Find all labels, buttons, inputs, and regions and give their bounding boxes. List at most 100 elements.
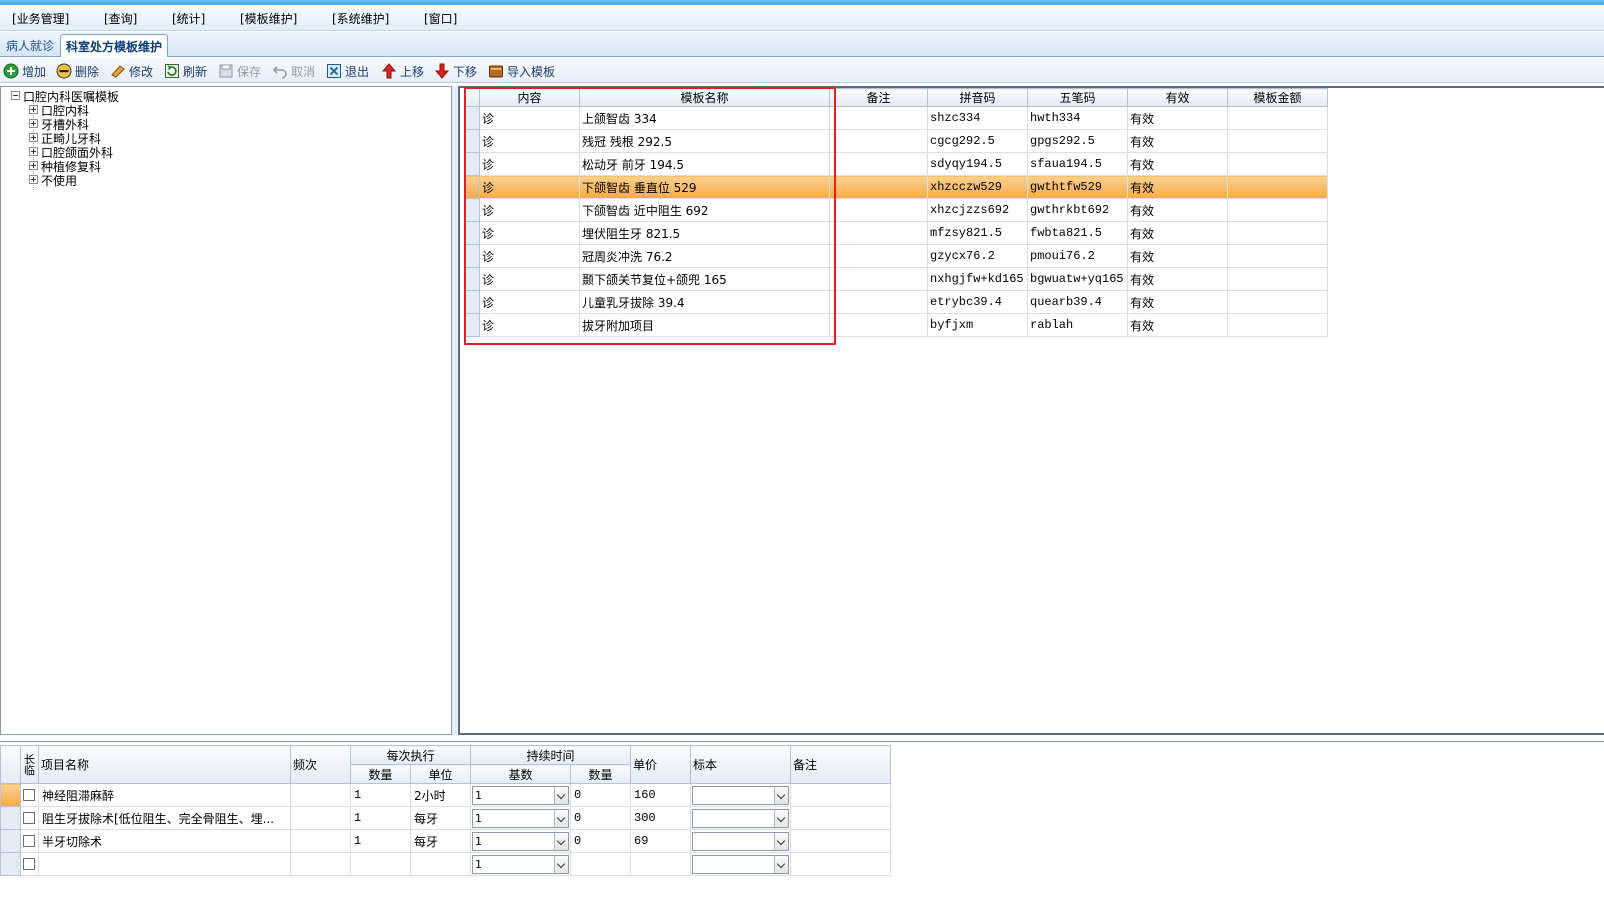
specimen-dropdown[interactable] bbox=[692, 831, 789, 851]
row-indicator[interactable] bbox=[464, 290, 480, 314]
expand-icon[interactable] bbox=[29, 175, 38, 184]
col-price[interactable]: 单价 bbox=[630, 745, 691, 784]
col-valid[interactable]: 有效 bbox=[1127, 88, 1228, 107]
cell-pinyin[interactable]: cgcg292.5 bbox=[927, 129, 1028, 153]
cell-exec-qty[interactable]: 1 bbox=[350, 783, 411, 807]
cell-note[interactable] bbox=[829, 106, 928, 130]
cell-note[interactable] bbox=[829, 290, 928, 314]
cell-pinyin[interactable]: nxhgjfw+kd165 bbox=[927, 267, 1028, 291]
col-long-temp[interactable]: 长临 bbox=[20, 745, 39, 784]
cell-template-name[interactable]: 拔牙附加项目 bbox=[579, 313, 830, 337]
cell-valid[interactable]: 有效 bbox=[1127, 290, 1228, 314]
table-row[interactable]: 1 bbox=[0, 852, 891, 876]
duration-base-dropdown[interactable]: 1 bbox=[472, 808, 569, 828]
cell-wubi[interactable]: gpgs292.5 bbox=[1027, 129, 1128, 153]
tab-patient-visit[interactable]: 病人就诊 bbox=[1, 34, 59, 57]
table-row[interactable]: 诊儿童乳牙拔除 39.4 etrybc39.4 quearb39.4 有效 bbox=[464, 290, 1328, 314]
cell-template-name[interactable]: 残冠 残根 292.5 bbox=[579, 129, 830, 153]
cell-pinyin[interactable]: shzc334 bbox=[927, 106, 1028, 130]
move-up-button[interactable]: 上移 bbox=[381, 61, 424, 81]
cell-amount[interactable] bbox=[1227, 198, 1328, 222]
row-indicator[interactable] bbox=[464, 267, 480, 291]
cell-pinyin[interactable]: etrybc39.4 bbox=[927, 290, 1028, 314]
cell-note[interactable] bbox=[829, 129, 928, 153]
cell-note[interactable] bbox=[790, 852, 891, 876]
table-row[interactable]: 诊颞下颌关节复位+颌兜 165 nxhgjfw+kd165 bgwuatw+yq16… bbox=[464, 267, 1328, 291]
cell-wubi[interactable]: bgwuatw+yq165 bbox=[1027, 267, 1128, 291]
table-row[interactable]: 阻生牙拔除术[低位阻生、完全骨阻生、埋... 1 每牙 1 0 300 bbox=[0, 806, 891, 830]
cell-valid[interactable]: 有效 bbox=[1127, 221, 1228, 245]
cell-exec-qty[interactable]: 1 bbox=[350, 806, 411, 830]
table-row[interactable]: 诊埋伏阻生牙 821.5 mfzsy821.5 fwbta821.5 有效 bbox=[464, 221, 1328, 245]
cell-valid[interactable]: 有效 bbox=[1127, 198, 1228, 222]
cell-specimen[interactable] bbox=[690, 783, 791, 807]
cell-template-name[interactable]: 下颌智齿 垂直位 529 bbox=[579, 175, 830, 199]
select-all-corner[interactable] bbox=[464, 88, 480, 107]
cell-valid[interactable]: 有效 bbox=[1127, 313, 1228, 337]
cell-content[interactable]: 诊 bbox=[479, 267, 580, 291]
menu-system[interactable]: [系统维护] bbox=[332, 10, 389, 27]
cell-long-temp[interactable] bbox=[20, 829, 39, 853]
table-row[interactable]: 诊冠周炎冲洗 76.2 gzycx76.2 pmoui76.2 有效 bbox=[464, 244, 1328, 268]
tree-node-alveolar-surgery[interactable]: 牙槽外科 bbox=[29, 118, 89, 132]
cell-note[interactable] bbox=[829, 313, 928, 337]
cell-specimen[interactable] bbox=[690, 806, 791, 830]
expand-icon[interactable] bbox=[29, 147, 38, 156]
table-row[interactable]: 诊下颌智齿 近中阻生 692 xhzcjzzs692 gwthrkbt692 有效 bbox=[464, 198, 1328, 222]
col-item-name[interactable]: 项目名称 bbox=[38, 745, 291, 784]
cell-wubi[interactable]: sfaua194.5 bbox=[1027, 152, 1128, 176]
cell-wubi[interactable]: hwth334 bbox=[1027, 106, 1128, 130]
cell-template-name[interactable]: 冠周炎冲洗 76.2 bbox=[579, 244, 830, 268]
col-template-name[interactable]: 模板名称 bbox=[579, 88, 830, 107]
exit-button[interactable]: 退出 bbox=[326, 61, 369, 81]
cell-pinyin[interactable]: sdyqy194.5 bbox=[927, 152, 1028, 176]
cell-exec-unit[interactable] bbox=[410, 852, 471, 876]
cell-long-temp[interactable] bbox=[20, 783, 39, 807]
row-indicator[interactable] bbox=[0, 783, 21, 807]
cell-duration-base[interactable]: 1 bbox=[470, 852, 571, 876]
cell-note[interactable] bbox=[829, 198, 928, 222]
cell-duration-qty[interactable]: 0 bbox=[570, 806, 631, 830]
cell-content[interactable]: 诊 bbox=[479, 152, 580, 176]
cell-wubi[interactable]: gwthrkbt692 bbox=[1027, 198, 1128, 222]
cell-exec-qty[interactable] bbox=[350, 852, 411, 876]
cell-wubi[interactable]: fwbta821.5 bbox=[1027, 221, 1128, 245]
cell-price[interactable]: 300 bbox=[630, 806, 691, 830]
cell-duration-qty[interactable]: 0 bbox=[570, 783, 631, 807]
duration-base-dropdown[interactable]: 1 bbox=[472, 831, 569, 851]
cell-content[interactable]: 诊 bbox=[479, 244, 580, 268]
duration-base-dropdown[interactable]: 1 bbox=[472, 785, 569, 805]
row-indicator[interactable] bbox=[464, 244, 480, 268]
col-exec-unit[interactable]: 单位 bbox=[410, 764, 471, 784]
row-indicator[interactable] bbox=[464, 313, 480, 337]
cell-note[interactable] bbox=[829, 244, 928, 268]
cell-template-name[interactable]: 上颌智齿 334 bbox=[579, 106, 830, 130]
menu-statistics[interactable]: [统计] bbox=[172, 10, 205, 27]
col-amount[interactable]: 模板金额 bbox=[1227, 88, 1328, 107]
move-down-button[interactable]: 下移 bbox=[434, 61, 477, 81]
chevron-down-icon[interactable] bbox=[774, 809, 788, 827]
col-content[interactable]: 内容 bbox=[479, 88, 580, 107]
long-temp-checkbox[interactable] bbox=[23, 835, 35, 847]
tree-node-implant[interactable]: 种植修复科 bbox=[29, 160, 101, 174]
refresh-button[interactable]: 刷新 bbox=[164, 61, 207, 81]
menu-business[interactable]: [业务管理] bbox=[12, 10, 69, 27]
expand-icon[interactable] bbox=[29, 161, 38, 170]
specimen-dropdown[interactable] bbox=[692, 785, 789, 805]
cell-note[interactable] bbox=[829, 267, 928, 291]
cell-amount[interactable] bbox=[1227, 106, 1328, 130]
cell-long-temp[interactable] bbox=[20, 852, 39, 876]
cell-amount[interactable] bbox=[1227, 152, 1328, 176]
row-indicator[interactable] bbox=[0, 806, 21, 830]
table-row[interactable]: 半牙切除术 1 每牙 1 0 69 bbox=[0, 829, 891, 853]
cell-specimen[interactable] bbox=[690, 852, 791, 876]
col-note[interactable]: 备注 bbox=[829, 88, 928, 107]
cell-frequency[interactable] bbox=[290, 806, 351, 830]
expand-icon[interactable] bbox=[29, 119, 38, 128]
col-wubi[interactable]: 五笔码 bbox=[1027, 88, 1128, 107]
cell-item-name[interactable]: 神经阻滞麻醉 bbox=[38, 783, 291, 807]
tree-node-oral-medicine[interactable]: 口腔内科 bbox=[29, 104, 89, 118]
cell-template-name[interactable]: 埋伏阻生牙 821.5 bbox=[579, 221, 830, 245]
table-row[interactable]: 诊下颌智齿 垂直位 529 xhzcczw529 gwthtfw529 有效 bbox=[464, 175, 1328, 199]
row-indicator[interactable] bbox=[464, 198, 480, 222]
